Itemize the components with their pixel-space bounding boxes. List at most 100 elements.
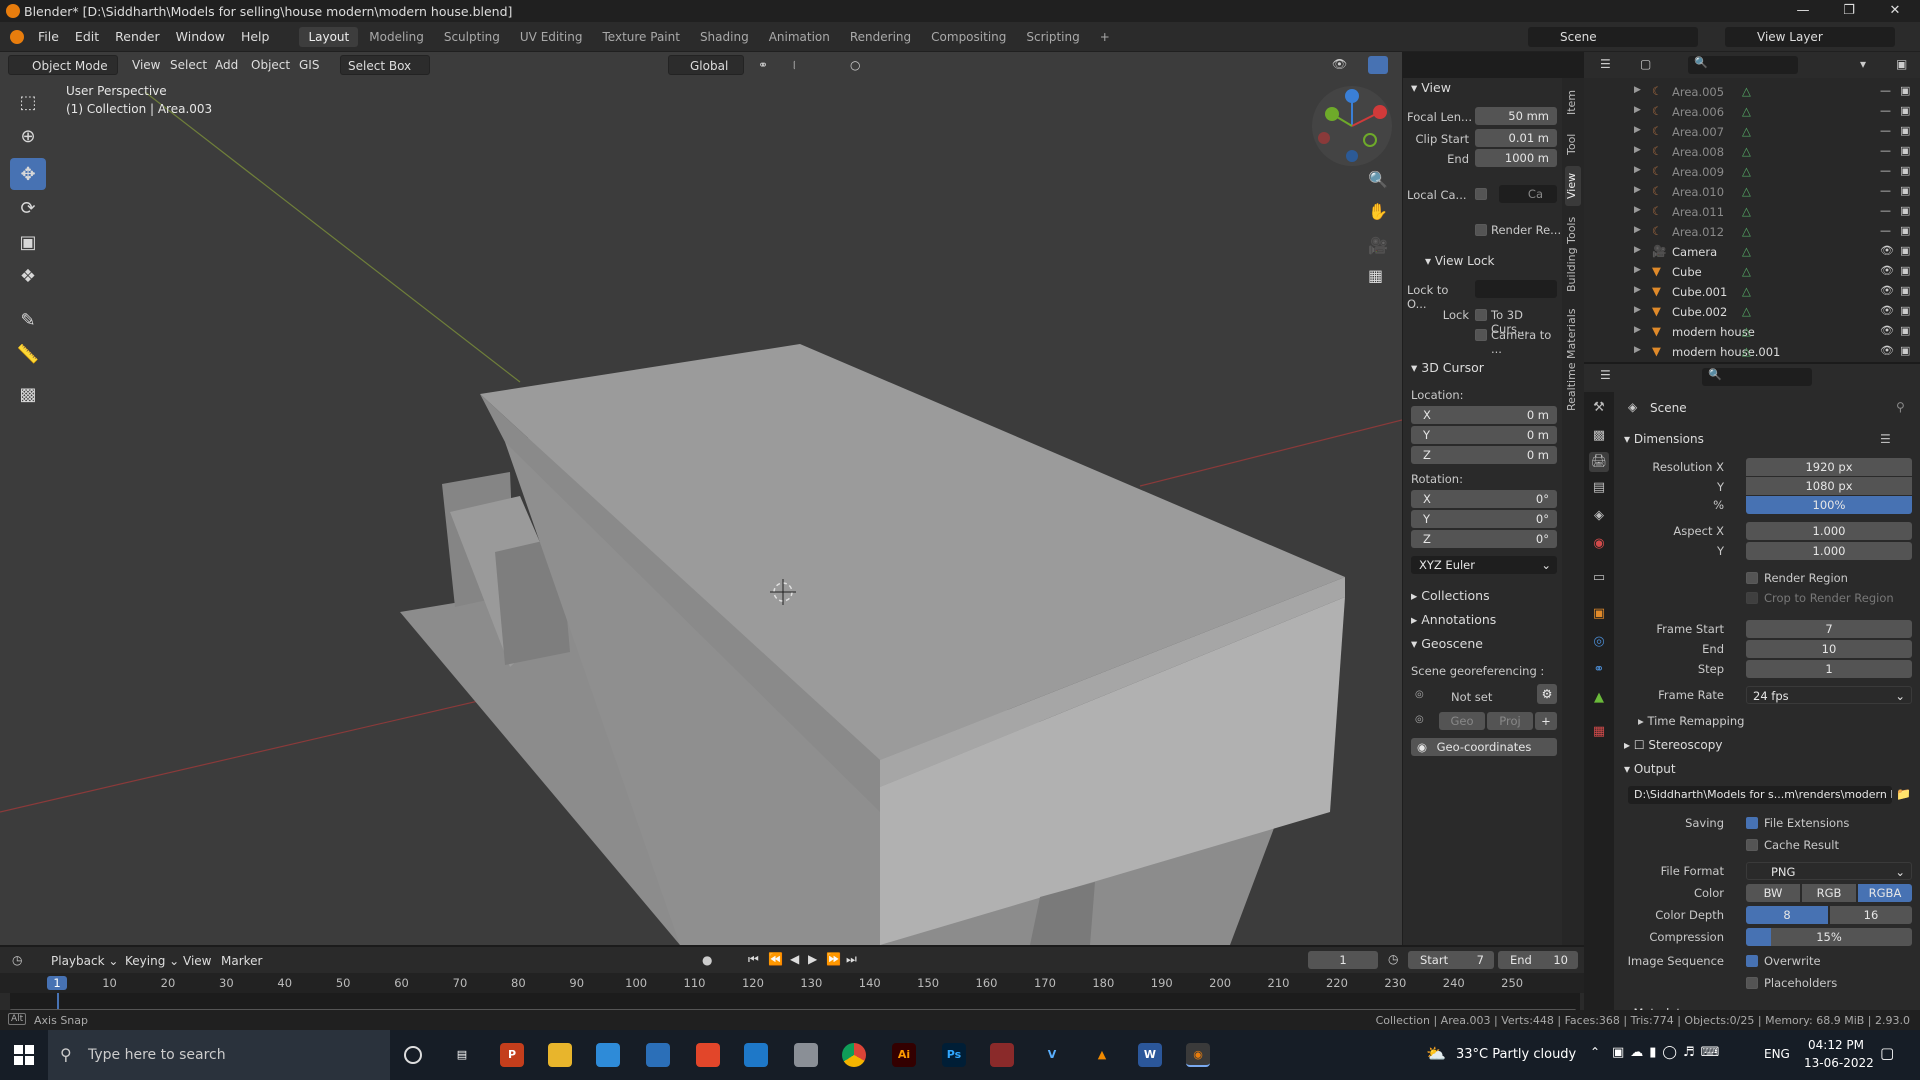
select-box-dropdown[interactable]: Select Box <box>340 55 430 75</box>
presets-icon[interactable]: ☰ <box>1880 432 1891 446</box>
mode-selector[interactable]: Object Mode <box>8 55 118 75</box>
frame-rate-dropdown[interactable]: 24 fps ⌄ <box>1746 686 1912 704</box>
view-section-header[interactable]: ▾ View <box>1411 80 1451 95</box>
tab-modeling[interactable]: Modeling <box>360 27 433 47</box>
radio-not-set-icon[interactable]: ◎ <box>1415 689 1424 700</box>
collection-props-icon[interactable]: ▭ <box>1589 568 1609 588</box>
camera-to-view-checkbox[interactable] <box>1475 329 1487 341</box>
windows-start-icon[interactable] <box>14 1045 34 1065</box>
local-camera-field[interactable]: Ca <box>1499 185 1557 203</box>
stereoscopy-section-header[interactable]: ▸ ☐ Stereoscopy <box>1624 738 1722 752</box>
tab-sculpting[interactable]: Sculpting <box>435 27 509 47</box>
chrome-icon[interactable] <box>842 1043 866 1067</box>
expand-arrow-icon[interactable]: ▶ <box>1634 185 1641 195</box>
tab-rendering[interactable]: Rendering <box>841 27 920 47</box>
cursor-tool-icon[interactable]: ⊕ <box>10 120 46 152</box>
output-section-header[interactable]: ▾ Output <box>1624 762 1676 776</box>
visibility-eye-icon[interactable]: 👁 <box>1880 264 1894 277</box>
jump-end-icon[interactable]: ⏭ <box>846 952 857 967</box>
expand-arrow-icon[interactable]: ▶ <box>1634 205 1641 215</box>
illustrator-icon[interactable]: Ai <box>892 1043 916 1067</box>
rotate-tool-icon[interactable]: ⟳ <box>10 192 46 224</box>
color-rgb-button[interactable]: RGB <box>1802 884 1856 902</box>
render-camera-icon[interactable]: ▣ <box>1900 244 1910 257</box>
3d-cursor-section-header[interactable]: ▾ 3D Cursor <box>1411 360 1484 375</box>
outliner-search-input[interactable]: 🔍 <box>1688 56 1798 74</box>
lock-to-object-field[interactable] <box>1475 280 1557 298</box>
tab-building-tools[interactable]: Building Tools <box>1565 212 1581 296</box>
marker-menu[interactable]: Marker <box>214 951 269 971</box>
color-depth-16-button[interactable]: 16 <box>1830 906 1912 924</box>
resolution-percent-field[interactable]: 100% <box>1746 496 1912 514</box>
tab-shading[interactable]: Shading <box>691 27 758 47</box>
view-menu[interactable]: View <box>125 55 167 75</box>
outliner-row[interactable]: ▶ ☾ Area.012 △ — ▣ <box>1584 222 1920 242</box>
color-depth-8-button[interactable]: 8 <box>1746 906 1828 924</box>
expand-arrow-icon[interactable]: ▶ <box>1634 345 1641 355</box>
expand-arrow-icon[interactable]: ▶ <box>1634 105 1641 115</box>
outliner-row[interactable]: ▶ ☾ Area.009 △ — ▣ <box>1584 162 1920 182</box>
powerpoint-icon[interactable]: P <box>500 1043 524 1067</box>
outliner-row[interactable]: ▶ ▼ Cube △ 👁 ▣ <box>1584 262 1920 282</box>
menu-window[interactable]: Window <box>168 29 233 44</box>
cursor-rot-y[interactable]: Y 0° <box>1411 510 1557 528</box>
visibility-eye-icon[interactable]: 👁 <box>1880 244 1894 257</box>
physics-props-icon[interactable]: ◎ <box>1589 632 1609 652</box>
output-path-field[interactable]: D:\Siddharth\Models for s...m\renders\mo… <box>1628 786 1892 804</box>
resolution-x-field[interactable]: 1920 px <box>1746 458 1912 476</box>
tab-texture-paint[interactable]: Texture Paint <box>594 27 689 47</box>
render-props-icon[interactable]: ▩ <box>1589 426 1609 446</box>
zoom-icon[interactable]: 🔍 <box>1368 170 1388 189</box>
maximize-icon[interactable]: ❐ <box>1826 0 1872 22</box>
tray-chevron-icon[interactable]: ⌃ <box>1590 1045 1600 1059</box>
properties-search-input[interactable]: 🔍 <box>1702 368 1812 386</box>
render-camera-icon[interactable]: ▣ <box>1900 324 1910 337</box>
outliner-row[interactable]: ▶ ☾ Area.007 △ — ▣ <box>1584 122 1920 142</box>
visibility-eye-icon[interactable]: — <box>1880 224 1891 237</box>
folder-icon[interactable]: 📁 <box>1896 787 1911 801</box>
expand-arrow-icon[interactable]: ▶ <box>1634 165 1641 175</box>
3d-viewport[interactable]: Object Mode View Select Add Object GIS S… <box>0 52 1402 945</box>
tab-scripting[interactable]: Scripting <box>1017 27 1088 47</box>
outliner-row[interactable]: ▶ ☾ Area.005 △ — ▣ <box>1584 82 1920 102</box>
clip-start-field[interactable]: 0.01 m <box>1475 129 1557 147</box>
word-icon[interactable]: W <box>1138 1043 1162 1067</box>
timeline-start-field[interactable]: Start 7 <box>1408 951 1494 969</box>
auto-keying-icon[interactable]: ● <box>702 953 712 967</box>
expand-arrow-icon[interactable]: ▶ <box>1634 85 1641 95</box>
blender-menu-icon[interactable] <box>10 29 24 44</box>
radio-geo-icon[interactable]: ◎ <box>1415 714 1424 725</box>
app-icon-blue[interactable] <box>744 1043 768 1067</box>
outliner-row[interactable]: ▶ ▼ modern house.001 △ 👁 ▣ <box>1584 342 1920 362</box>
proj-button[interactable]: Proj <box>1487 712 1533 730</box>
move-tool-icon[interactable]: ✥ <box>10 158 46 190</box>
ortho-grid-icon[interactable]: ▦ <box>1368 266 1383 285</box>
select-menu[interactable]: Select <box>163 55 214 75</box>
texture-props-icon[interactable]: ▦ <box>1589 722 1609 742</box>
world-props-icon[interactable]: ◉ <box>1589 534 1609 554</box>
cursor-rot-x[interactable]: X 0° <box>1411 490 1557 508</box>
add-menu[interactable]: Add <box>208 55 245 75</box>
color-bw-button[interactable]: BW <box>1746 884 1800 902</box>
file-format-dropdown[interactable]: PNG ⌄ <box>1746 862 1912 880</box>
file-explorer-icon[interactable] <box>548 1043 572 1067</box>
data-props-icon[interactable]: ▲ <box>1589 688 1609 708</box>
prev-keyframe-icon[interactable]: ⏪ <box>768 952 783 966</box>
pin-icon[interactable]: ⚲ <box>1896 400 1905 414</box>
cursor-loc-y[interactable]: Y0 m <box>1411 426 1557 444</box>
language-indicator[interactable]: ENG <box>1764 1047 1790 1061</box>
properties-editor-icon[interactable]: ☰ <box>1600 368 1611 382</box>
rotation-mode-dropdown[interactable]: XYZ Euler ⌄ <box>1411 556 1557 574</box>
tab-view[interactable]: View <box>1565 166 1581 206</box>
notification-icon[interactable]: ▢ <box>1880 1044 1894 1062</box>
crop-region-checkbox[interactable] <box>1746 592 1758 604</box>
vlc-icon[interactable]: ▲ <box>1090 1043 1114 1067</box>
app-icon-red[interactable] <box>990 1043 1014 1067</box>
app-icon-grey[interactable] <box>794 1043 818 1067</box>
snap-icon[interactable]: ⧙ <box>793 58 796 73</box>
outliner-row[interactable]: ▶ 🎥 Camera △ 👁 ▣ <box>1584 242 1920 262</box>
render-camera-icon[interactable]: ▣ <box>1900 284 1910 297</box>
visibility-eye-icon[interactable]: — <box>1880 184 1891 197</box>
expand-arrow-icon[interactable]: ▶ <box>1634 305 1641 315</box>
render-camera-icon[interactable]: ▣ <box>1900 184 1910 197</box>
